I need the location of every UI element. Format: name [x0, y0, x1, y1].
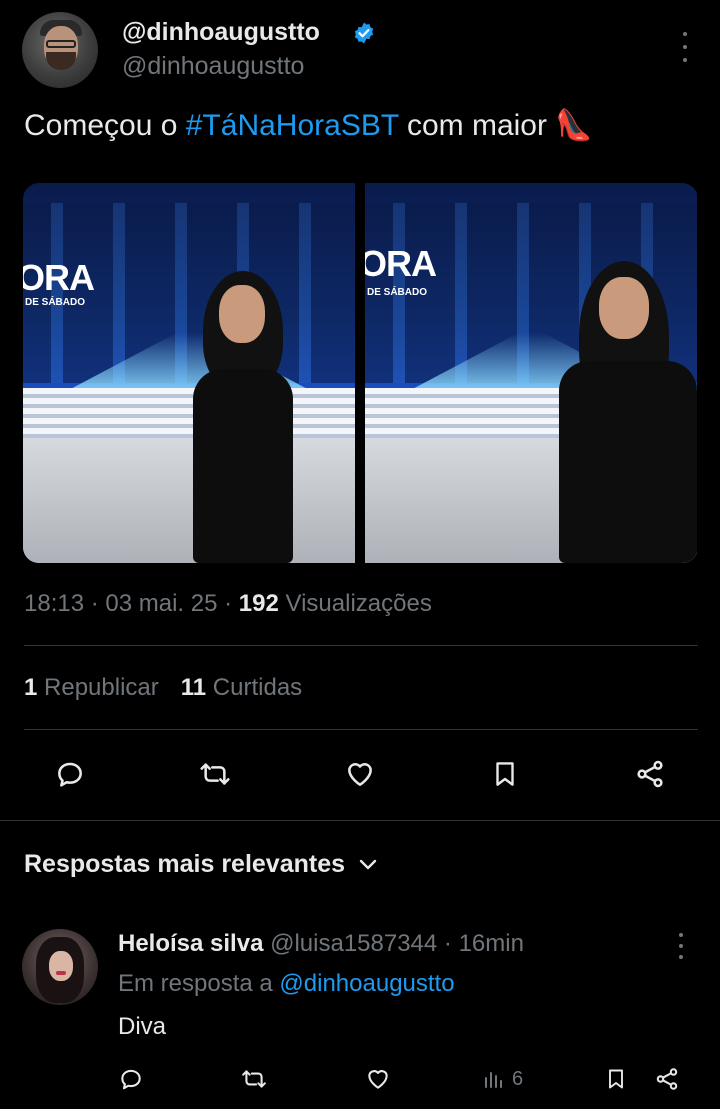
presenter-figure — [173, 271, 313, 563]
reposts-label: Republicar — [37, 674, 159, 701]
more-options-icon[interactable] — [678, 32, 692, 62]
show-logo-subtitle: DE SÁBADO — [25, 297, 86, 308]
tweet-stats: 1 Republicar 11 Curtidas — [24, 674, 302, 702]
replies-sort-dropdown[interactable]: Respostas mais relevantes — [24, 850, 377, 879]
media-photo-2[interactable]: ORA DE SÁBADO — [365, 183, 697, 563]
reply-share-button[interactable] — [654, 1065, 680, 1093]
replies-section-title: Respostas mais relevantes — [24, 850, 346, 878]
heart-icon — [348, 763, 372, 786]
show-logo: ORA — [23, 257, 95, 298]
avatar-beard — [46, 52, 76, 70]
presenter-figure — [551, 261, 697, 563]
likes-label: Curtidas — [206, 674, 303, 701]
avatar-glasses — [46, 40, 76, 48]
tweet-header: @dinhoaugustto @dinhoaugustto — [22, 12, 702, 92]
reposts-stat[interactable]: 1 Republicar — [24, 674, 159, 701]
reply-like-button[interactable] — [364, 1065, 392, 1093]
in-reply-to: Em resposta a @dinhoaugustto — [118, 970, 455, 998]
retweet-button[interactable] — [195, 756, 235, 792]
media-grid: ORA DE SÁBADO ORA DE SÁBADO — [23, 183, 698, 563]
section-divider — [0, 820, 720, 821]
reply-author-avatar[interactable] — [22, 929, 98, 1005]
reply-views-count: 6 — [512, 1067, 524, 1090]
share-icon — [637, 760, 663, 788]
reply-bookmark-button[interactable] — [604, 1065, 628, 1093]
meta-separator: · — [217, 590, 239, 617]
divider — [24, 729, 698, 730]
reply-time: · 16min — [437, 930, 524, 957]
reply-actions: 6 — [118, 1065, 686, 1093]
tweet-text-after: com maior — [398, 109, 556, 142]
author-handle[interactable]: @dinhoaugustto — [122, 52, 304, 81]
show-logo-subtitle: DE SÁBADO — [367, 287, 428, 298]
bookmark-icon — [496, 762, 514, 786]
like-button[interactable] — [340, 756, 380, 792]
retweet-icon — [242, 1070, 266, 1088]
reply-views-button[interactable]: 6 — [482, 1065, 523, 1093]
reply-author-line: Heloísa silva @luisa1587344 · 16min — [118, 930, 524, 958]
share-icon — [656, 1068, 678, 1090]
share-button[interactable] — [630, 756, 670, 792]
verified-badge-icon — [354, 22, 374, 44]
author-display-name[interactable]: @dinhoaugustto — [122, 18, 320, 47]
views-count: 192 — [238, 590, 279, 617]
reply-retweet-button[interactable] — [240, 1065, 268, 1093]
author-avatar[interactable] — [22, 12, 98, 88]
likes-stat[interactable]: 11 Curtidas — [181, 674, 302, 701]
divider — [24, 645, 698, 646]
views-label: Visualizações — [278, 590, 432, 617]
reply-text: Diva — [118, 1013, 167, 1040]
bookmark-icon — [609, 1069, 623, 1089]
in-reply-to-link[interactable]: @dinhoaugustto — [279, 970, 454, 997]
retweet-icon — [200, 763, 230, 785]
meta-separator: · — [84, 590, 106, 617]
chevron-down-icon — [359, 859, 377, 869]
hashtag-link[interactable]: #TáNaHoraSBT — [186, 109, 399, 142]
high-heel-emoji: 👠 — [555, 109, 593, 142]
reply-avatar-face — [49, 951, 73, 981]
tweet-time: 18:13 — [24, 590, 85, 617]
tweet-text: Começou o #TáNaHoraSBT com maior 👠 — [24, 108, 593, 143]
tweet-text-before: Começou o — [24, 109, 186, 142]
reply-button[interactable] — [50, 756, 90, 792]
reply-more-options-icon[interactable] — [674, 933, 688, 959]
reposts-count: 1 — [24, 674, 38, 701]
reply-item[interactable]: Heloísa silva @luisa1587344 · 16min Em r… — [22, 925, 702, 1105]
heart-icon — [368, 1070, 388, 1089]
show-logo: ORA — [365, 243, 437, 284]
bookmark-button[interactable] — [485, 756, 525, 792]
likes-count: 11 — [180, 674, 207, 701]
reply-icon — [58, 762, 82, 787]
media-photo-1[interactable]: ORA DE SÁBADO — [23, 183, 355, 563]
tweet-actions — [50, 756, 670, 792]
reply-icon — [121, 1069, 141, 1090]
tweet-meta: 18:13 · 03 mai. 25 · 192 Visualizações — [24, 590, 432, 618]
in-reply-prefix: Em resposta a — [118, 970, 280, 997]
reply-author-handle[interactable]: @luisa1587344 — [270, 930, 437, 957]
reply-avatar-lips — [56, 971, 66, 975]
reply-author-name[interactable]: Heloísa silva — [118, 930, 263, 957]
bar-chart-icon — [485, 1072, 502, 1088]
reply-reply-button[interactable] — [118, 1065, 144, 1093]
tweet-date: 03 mai. 25 — [105, 590, 218, 617]
